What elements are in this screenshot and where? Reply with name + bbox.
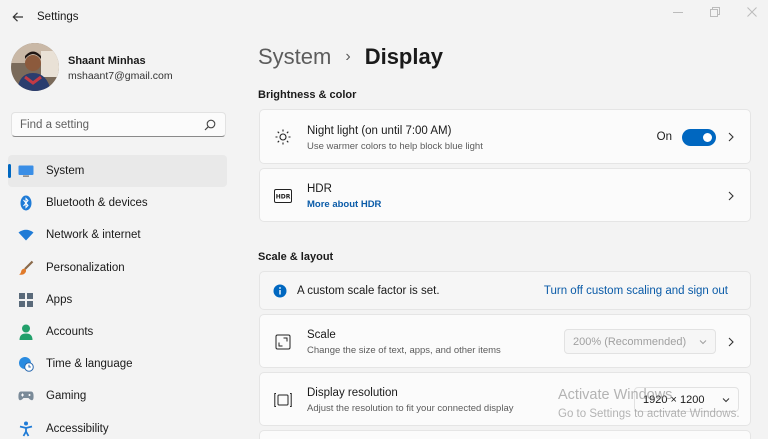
- scale-icon: [274, 333, 292, 351]
- sidebar-item-label: Gaming: [46, 390, 87, 403]
- breadcrumb-parent-link[interactable]: System: [258, 44, 331, 70]
- sidebar-item-label: Bluetooth & devices: [46, 197, 148, 210]
- breadcrumb-separator: ›: [345, 48, 351, 65]
- sidebar-nav: System Bluetooth & devices Network & int…: [8, 155, 227, 439]
- display-resolution-title: Display resolution: [307, 387, 398, 399]
- chevron-right-icon[interactable]: [726, 337, 736, 347]
- scale-subtitle: Change the size of text, apps, and other…: [307, 345, 501, 356]
- sidebar-item-accounts[interactable]: Accounts: [8, 316, 227, 348]
- sidebar-item-accessibility[interactable]: Accessibility: [8, 413, 227, 439]
- gamepad-icon: [18, 388, 34, 404]
- toggle-knob: [703, 133, 712, 142]
- globe-clock-icon: [18, 356, 34, 373]
- scale-card[interactable]: Scale Change the size of text, apps, and…: [259, 314, 751, 368]
- sidebar-item-label: System: [46, 165, 85, 178]
- chevron-down-icon: [722, 398, 730, 403]
- brush-icon: [18, 260, 34, 276]
- minimize-button[interactable]: [669, 4, 687, 20]
- sidebar-item-label: Time & language: [46, 358, 133, 371]
- sidebar-item-label: Accessibility: [46, 422, 109, 435]
- turn-off-custom-scaling-link[interactable]: Turn off custom scaling and sign out: [544, 285, 728, 297]
- sun-icon: [274, 128, 292, 146]
- sidebar-item-personalization[interactable]: Personalization: [8, 252, 227, 284]
- info-message: A custom scale factor is set.: [297, 285, 440, 297]
- more-about-hdr-link[interactable]: More about HDR: [307, 199, 381, 210]
- resolution-icon: [274, 391, 292, 409]
- scale-title: Scale: [307, 329, 336, 341]
- sidebar-item-label: Apps: [46, 293, 73, 306]
- night-light-toggle[interactable]: [682, 129, 716, 146]
- activate-windows-watermark-subtitle: Go to Settings to activate Windows.: [558, 408, 740, 420]
- night-light-subtitle: Use warmer colors to help block blue lig…: [307, 141, 483, 152]
- custom-scale-info-bar: A custom scale factor is set. Turn off c…: [259, 271, 751, 310]
- chevron-down-icon: [699, 340, 707, 345]
- restore-icon: [710, 7, 720, 17]
- back-button[interactable]: [8, 7, 28, 27]
- next-setting-card[interactable]: [259, 430, 751, 439]
- window-title: Settings: [37, 11, 79, 23]
- avatar[interactable]: [11, 43, 59, 91]
- person-icon: [18, 324, 34, 341]
- hdr-icon: HDR: [274, 187, 292, 205]
- bluetooth-icon: [18, 195, 34, 211]
- user-name: Shaant Minhas: [68, 55, 146, 67]
- hdr-title: HDR: [307, 183, 332, 195]
- sidebar-item-gaming[interactable]: Gaming: [8, 380, 227, 412]
- back-arrow-icon: [12, 12, 23, 22]
- hdr-icon-text: HDR: [276, 194, 291, 201]
- sidebar-item-time-language[interactable]: Time & language: [8, 348, 227, 380]
- system-icon: [18, 163, 34, 179]
- sidebar-item-system[interactable]: System: [8, 155, 227, 188]
- section-title-scale: Scale & layout: [258, 251, 334, 263]
- sidebar-item-label: Personalization: [46, 261, 125, 274]
- chevron-right-icon[interactable]: [726, 191, 736, 201]
- breadcrumb: System › Display: [258, 44, 443, 70]
- close-icon: [747, 7, 757, 17]
- user-email: mshaant7@gmail.com: [68, 70, 173, 82]
- page-title: Display: [364, 44, 443, 69]
- search-box[interactable]: Find a setting: [11, 112, 226, 137]
- accessibility-icon: [18, 421, 34, 437]
- night-light-title: Night light (on until 7:00 AM): [307, 125, 452, 137]
- maximize-button[interactable]: [706, 4, 724, 20]
- night-light-state-label: On: [656, 131, 672, 143]
- night-light-card[interactable]: Night light (on until 7:00 AM) Use warme…: [259, 109, 751, 164]
- sidebar-item-apps[interactable]: Apps: [8, 284, 227, 316]
- wifi-icon: [18, 227, 34, 243]
- sidebar-item-label: Accounts: [46, 326, 94, 339]
- sidebar-item-network[interactable]: Network & internet: [8, 219, 227, 251]
- activate-windows-watermark-title: Activate Windows: [558, 387, 673, 403]
- close-button[interactable]: [743, 4, 761, 20]
- title-bar: Settings: [0, 0, 768, 34]
- profile-photo: [11, 43, 59, 91]
- apps-icon: [18, 292, 34, 308]
- section-title-brightness: Brightness & color: [258, 89, 357, 101]
- sidebar-item-label: Network & internet: [46, 229, 141, 242]
- scale-dropdown-value: 200% (Recommended): [573, 336, 687, 348]
- info-icon: [271, 282, 289, 300]
- scale-dropdown[interactable]: 200% (Recommended): [564, 329, 716, 354]
- chevron-right-icon[interactable]: [726, 132, 736, 142]
- sidebar-item-bluetooth[interactable]: Bluetooth & devices: [8, 187, 227, 219]
- search-input[interactable]: Find a setting: [20, 119, 89, 131]
- minimize-icon: [673, 12, 683, 13]
- hdr-card[interactable]: HDR HDR More about HDR: [259, 168, 751, 222]
- display-resolution-subtitle: Adjust the resolution to fit your connec…: [307, 403, 514, 414]
- search-icon[interactable]: [203, 118, 217, 132]
